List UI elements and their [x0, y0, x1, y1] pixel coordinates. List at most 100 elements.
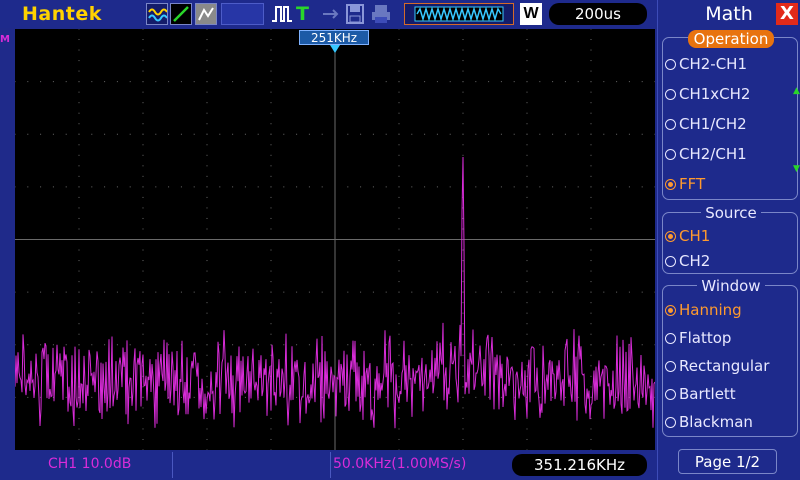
trigger-letter: T: [296, 3, 309, 25]
grid-dot: [155, 186, 157, 188]
scroll-down-icon[interactable]: ▼: [793, 164, 800, 174]
operation-option-ch1xch2[interactable]: CH1xCH2: [665, 85, 750, 103]
vector-line-icon[interactable]: [170, 3, 192, 25]
scroll-up-icon[interactable]: ▲: [793, 86, 800, 96]
grid-dot: [628, 81, 630, 83]
grid-dot: [641, 133, 643, 135]
pulse-trigger-icon[interactable]: [270, 3, 292, 25]
grid-dot: [526, 291, 528, 293]
grid-dot: [564, 291, 566, 293]
grid-dot: [27, 344, 29, 346]
page-button[interactable]: Page 1/2: [678, 449, 777, 474]
operation-option-fft[interactable]: FFT: [665, 175, 705, 193]
grid-dot: [206, 375, 208, 377]
wave-display-icon[interactable]: [146, 3, 168, 25]
window-option-bartlett[interactable]: Bartlett: [665, 385, 736, 403]
grid-dot: [462, 260, 464, 262]
status-divider: [172, 452, 173, 478]
grid-dot: [641, 291, 643, 293]
grid-dot: [219, 344, 221, 346]
grid-dot: [270, 60, 272, 62]
grid-dot: [372, 81, 374, 83]
grid-dot: [78, 91, 80, 93]
grid-dot: [398, 112, 400, 114]
grid-dot: [526, 281, 528, 283]
grid-dot: [398, 186, 400, 188]
grid-dot: [40, 133, 42, 135]
grid-dot: [142, 260, 144, 262]
grid-dot: [116, 291, 118, 293]
grid-dot: [270, 417, 272, 419]
grid-dot: [270, 196, 272, 198]
grid-dot: [513, 186, 515, 188]
grid-dot: [219, 81, 221, 83]
grid-dot: [590, 438, 592, 440]
grid-dot: [270, 323, 272, 325]
grid-dot: [552, 81, 554, 83]
grid-dot: [398, 249, 400, 251]
grid-dot: [321, 291, 323, 293]
operation-option-ch2-div-ch1[interactable]: CH2/CH1: [665, 145, 747, 163]
grid-dot: [526, 312, 528, 314]
operation-option-ch2-ch1[interactable]: CH2-CH1: [665, 55, 747, 73]
grid-dot: [142, 154, 144, 156]
acquisition-mode-badge[interactable]: W: [520, 3, 542, 25]
print-icon[interactable]: [370, 3, 392, 25]
grid-dot: [462, 133, 464, 135]
grid-dot: [193, 344, 195, 346]
source-group: Source CH1 CH2: [662, 204, 798, 274]
window-option-hanning[interactable]: Hanning: [665, 301, 742, 319]
grid-dot: [78, 407, 80, 409]
grid-dot: [398, 312, 400, 314]
grid-dot: [526, 365, 528, 367]
grid-dot: [283, 81, 285, 83]
grid-dot: [15, 186, 16, 188]
grid-dot: [500, 396, 502, 398]
grid-dot: [168, 344, 170, 346]
source-option-ch2[interactable]: CH2: [665, 252, 710, 270]
trigger-t-icon[interactable]: T: [296, 3, 318, 25]
source-option-ch1[interactable]: CH1: [665, 227, 710, 245]
grid-dot: [590, 312, 592, 314]
grid-dot: [603, 291, 605, 293]
grid-dot: [513, 344, 515, 346]
grid-dot: [270, 154, 272, 156]
grid-dot: [270, 91, 272, 93]
grid-dot: [539, 291, 541, 293]
grid-dot: [168, 81, 170, 83]
window-option-flattop[interactable]: Flattop: [665, 329, 731, 347]
grid-dot: [462, 39, 464, 41]
grid-dot: [641, 344, 643, 346]
grid-dot: [78, 165, 80, 167]
grid-dot: [270, 281, 272, 283]
window-option-blackman[interactable]: Blackman: [665, 413, 753, 431]
grid-dot: [654, 186, 655, 188]
grid-dot: [180, 81, 182, 83]
persistence-icon[interactable]: [195, 3, 217, 25]
math-menu-panel: Math X Operation ▲ ▼ CH2-CH1 CH1xCH2 CH1…: [657, 0, 800, 480]
close-button[interactable]: X: [776, 3, 798, 25]
grid-dot: [206, 81, 208, 83]
grid-dot: [398, 375, 400, 377]
grid-dot: [142, 29, 144, 30]
grid-dot: [590, 428, 592, 430]
blank-slot-icon: [221, 3, 264, 25]
grid-dot: [142, 417, 144, 419]
arrow-icon[interactable]: [320, 3, 342, 25]
grid-dot: [526, 165, 528, 167]
scope-display[interactable]: [15, 29, 655, 450]
grid-dot: [78, 438, 80, 440]
grid-dot: [15, 81, 16, 83]
operation-option-ch1-div-ch2[interactable]: CH1/CH2: [665, 115, 747, 133]
cursor-frequency-label[interactable]: 251KHz: [299, 30, 369, 45]
window-option-rectangular[interactable]: Rectangular: [665, 357, 769, 375]
grid-dot: [142, 438, 144, 440]
grid-dot: [539, 396, 541, 398]
grid-dot: [270, 333, 272, 335]
grid-dot: [193, 186, 195, 188]
grid-dot: [462, 344, 464, 346]
grid-dot: [398, 144, 400, 146]
grid-dot: [398, 102, 400, 104]
save-icon[interactable]: [344, 3, 366, 25]
grid-dot: [360, 344, 362, 346]
